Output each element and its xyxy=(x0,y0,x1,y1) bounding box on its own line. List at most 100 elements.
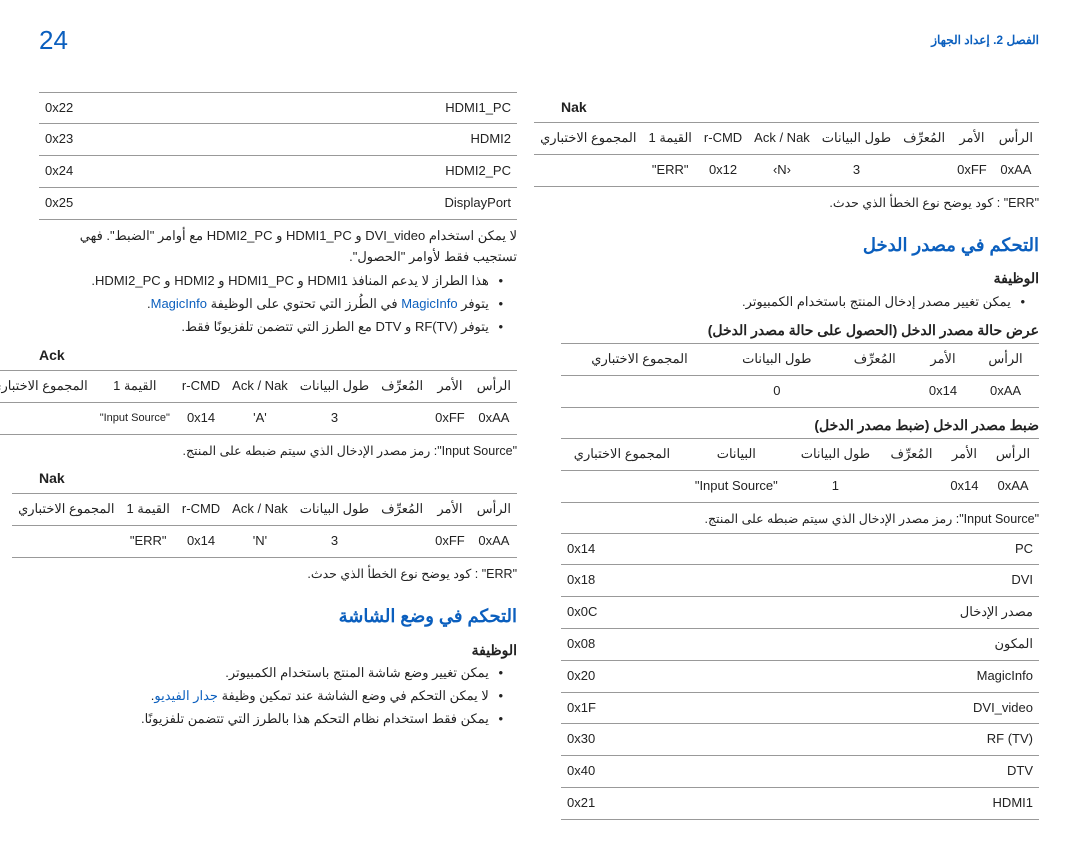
td xyxy=(13,525,121,557)
td: 0x22 xyxy=(40,92,183,124)
td: 0x18 xyxy=(562,565,705,597)
td: 0x0C xyxy=(562,597,705,629)
td: RF (TV) xyxy=(705,724,1040,756)
td xyxy=(837,375,915,407)
th: r-CMD xyxy=(177,494,227,526)
td: HDMI2 xyxy=(183,124,518,156)
td: PC xyxy=(705,533,1040,565)
view-state-heading: عرض حالة مصدر الدخل (الحصول على حالة مصد… xyxy=(562,319,1040,341)
th: القيمة 1 xyxy=(644,122,699,154)
td: DVI_video xyxy=(705,692,1040,724)
td: 0x12 xyxy=(699,154,749,186)
input-source-note-2: "Input Source": رمز مصدر الإدخال الذي سي… xyxy=(40,441,518,461)
td xyxy=(376,402,430,434)
th: الأمر xyxy=(430,371,472,403)
td: 'A' xyxy=(227,402,295,434)
td: MagicInfo xyxy=(705,660,1040,692)
td: 0x40 xyxy=(562,756,705,788)
th: r-CMD xyxy=(699,122,749,154)
video-wall-link: جدار الفيديو xyxy=(155,688,219,703)
chapter-label: الفصل 2. إعداد الجهاز xyxy=(932,31,1040,50)
th: Ack / Nak xyxy=(227,371,295,403)
set-input-heading: ضبط مصدر الدخل (ضبط مصدر الدخل) xyxy=(562,414,1040,436)
th: المُعرِّف xyxy=(837,343,915,375)
td: 0x14 xyxy=(562,533,705,565)
th: الرأس xyxy=(472,494,518,526)
text: يتوفر xyxy=(459,296,490,311)
td: 'N' xyxy=(227,525,295,557)
th: الرأس xyxy=(988,438,1040,470)
th: Ack / Nak xyxy=(227,494,295,526)
td xyxy=(535,154,643,186)
td xyxy=(376,525,430,557)
td: 0x08 xyxy=(562,628,705,660)
td: 0x14 xyxy=(177,402,227,434)
input-codes-table-2: HDMI1_PC0x22 HDMI20x23 HDMI2_PC0x24 Disp… xyxy=(40,92,518,220)
top-bar: الفصل 2. إعداد الجهاز 24 xyxy=(40,20,1040,62)
th: الأمر xyxy=(943,438,988,470)
td xyxy=(562,470,684,502)
th: r-CMD xyxy=(177,371,227,403)
td: ‹N› xyxy=(749,154,817,186)
td: 3 xyxy=(817,154,898,186)
td xyxy=(882,470,943,502)
th: المُعرِّف xyxy=(376,371,430,403)
err-note-2: "ERR" : كود يوضح نوع الخطأ الذي حدث. xyxy=(40,564,518,584)
td: DisplayPort xyxy=(183,187,518,219)
td: 0x23 xyxy=(40,124,183,156)
magicinfo-link: MagicInfo xyxy=(152,296,208,311)
td: 0 xyxy=(719,375,837,407)
td: DTV xyxy=(705,756,1040,788)
magicinfo-link: MagicInfo xyxy=(402,296,458,311)
td: 0x24 xyxy=(40,156,183,188)
td: "ERR" xyxy=(122,525,177,557)
screen-func-list: يمكن تغيير وضع شاشة المنتج باستخدام الكم… xyxy=(40,663,518,729)
notes-list: هذا الطراز لا يدعم المنافذ HDMI1 و HDMI1… xyxy=(40,271,518,337)
nak-table-2: الرأس الأمر المُعرِّف طول البيانات Ack /… xyxy=(13,493,518,558)
td: المكون xyxy=(705,628,1040,660)
td: 1 xyxy=(791,470,882,502)
function-list: يمكن تغيير مصدر إدخال المنتج باستخدام ال… xyxy=(562,292,1040,313)
err-note: "ERR" : كود يوضح نوع الخطأ الذي حدث. xyxy=(562,193,1040,213)
td: DVI xyxy=(705,565,1040,597)
th: طول البيانات xyxy=(295,494,376,526)
td: 0x20 xyxy=(562,660,705,692)
page-number: 24 xyxy=(40,20,69,62)
td: 0xFF xyxy=(430,525,472,557)
th: المجموع الاختباري xyxy=(0,371,95,403)
td xyxy=(562,375,719,407)
th: طول البيانات xyxy=(295,371,376,403)
td: "Input Source" xyxy=(95,402,177,434)
list-item: يتوفر MagicInfo في الطُرز التي تحتوي على… xyxy=(40,294,504,315)
input-codes-table: PC0x14 DVI0x18 مصدر الإدخال0x0C المكون0x… xyxy=(562,533,1040,820)
td: 0x21 xyxy=(562,787,705,819)
screen-mode-heading: التحكم في وضع الشاشة xyxy=(40,602,518,631)
ack-heading: Ack xyxy=(40,344,518,366)
td: HDMI1_PC xyxy=(183,92,518,124)
set-input-table: الرأس الأمر المُعرِّف طول البيانات البيا… xyxy=(562,438,1040,503)
th: المُعرِّف xyxy=(882,438,943,470)
column-left: HDMI1_PC0x22 HDMI20x23 HDMI2_PC0x24 Disp… xyxy=(40,90,518,826)
td: HDMI1 xyxy=(705,787,1040,819)
two-column-layout: Nak الرأس الأمر المُعرِّف طول البيانات A… xyxy=(40,90,1040,826)
td: 0xAA xyxy=(988,470,1040,502)
td: 0xFF xyxy=(430,402,472,434)
list-item: يمكن تغيير وضع شاشة المنتج باستخدام الكم… xyxy=(40,663,504,684)
list-item: هذا الطراز لا يدعم المنافذ HDMI1 و HDMI1… xyxy=(40,271,504,292)
th: البيانات xyxy=(684,438,791,470)
td: 0xFF xyxy=(952,154,994,186)
note-para: لا يمكن استخدام DVI_video و HDMI1_PC و H… xyxy=(40,226,518,268)
th: الأمر xyxy=(430,494,472,526)
list-item: يمكن تغيير مصدر إدخال المنتج باستخدام ال… xyxy=(562,292,1026,313)
td: 0x25 xyxy=(40,187,183,219)
th: المجموع الاختباري xyxy=(535,122,643,154)
th: المُعرِّف xyxy=(898,122,952,154)
td: 0x14 xyxy=(915,375,973,407)
th: المجموع الاختباري xyxy=(562,438,684,470)
td: 0xAA xyxy=(472,525,518,557)
th: الرأس xyxy=(973,343,1040,375)
th: القيمة 1 xyxy=(122,494,177,526)
td: 0x14 xyxy=(177,525,227,557)
list-item: يمكن فقط استخدام نظام التحكم هذا بالطرز … xyxy=(40,709,504,730)
th: طول البيانات xyxy=(791,438,882,470)
